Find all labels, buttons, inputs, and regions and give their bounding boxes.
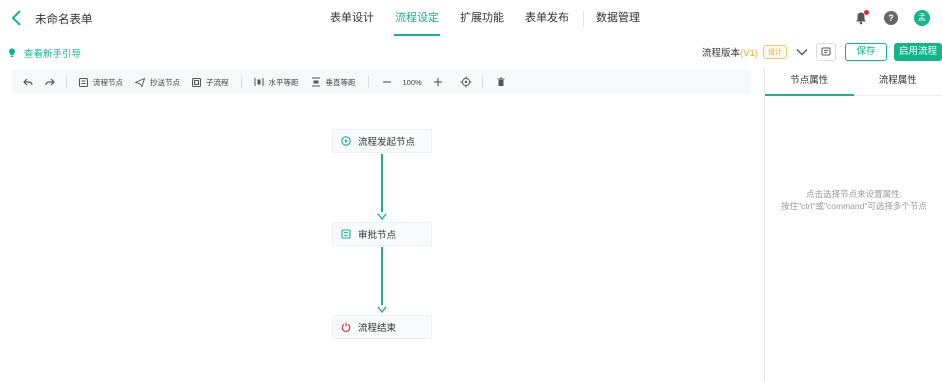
horizontal-distribute-button[interactable]: 水平等距 [254,77,299,88]
tab-form-publish[interactable]: 表单发布 [525,0,569,38]
chevron-down-icon[interactable] [795,45,809,59]
flow-canvas[interactable]: 流程发起节点 审批节点 流程结束 [0,96,764,381]
form-title: 未命名表单 [35,14,93,26]
canvas-toolbar: 流程节点 抄送节点 子流程 水平等距 垂直等距 100% [12,70,751,94]
top-header: 未命名表单 表单设计 流程设定 扩展功能 表单发布 数据管理 ? 孟 [0,0,942,38]
save-button[interactable]: 保存 [845,43,887,61]
flow-node-start[interactable]: 流程发起节点 [332,129,432,153]
toolbar-divider [66,76,67,88]
approval-icon [341,229,351,239]
flow-node-label: 流程发起节点 [358,137,416,148]
vertical-distribute-label: 垂直等距 [325,77,356,87]
toolbar-divider [367,76,369,88]
toolbar-divider [481,76,483,88]
delete-icon[interactable] [495,76,507,88]
process-node-icon [79,77,88,87]
version-controls: 流程版本(V1) 设计 保存 启用流程 [702,43,942,61]
tab-data-management[interactable]: 数据管理 [596,0,640,38]
lightbulb-icon [9,48,15,57]
tab-form-design[interactable]: 表单设计 [330,0,374,38]
play-circle-icon [341,136,351,146]
subprocess-icon [192,77,201,87]
version-label: 流程版本(V1) [702,48,758,59]
send-icon [135,77,145,87]
guide-link[interactable]: 查看新手引导 [8,46,81,60]
panel-hint-line: 点击选择节点来设置属性; [806,189,902,199]
main-tabs: 表单设计 流程设定 扩展功能 表单发布 数据管理 [330,0,661,38]
tab-process-setting[interactable]: 流程设定 [394,0,440,38]
power-icon [341,322,351,332]
tab-process-properties[interactable]: 流程属性 [854,68,942,95]
avatar[interactable]: 孟 [914,10,930,26]
horizontal-distribute-icon [254,78,263,86]
add-cc-node-label: 抄送节点 [150,77,180,87]
version-status-badge: 设计 [763,45,787,59]
undo-icon[interactable] [22,76,34,88]
help-icon[interactable]: ? [884,11,898,25]
flow-node-end[interactable]: 流程结束 [332,315,432,339]
horizontal-distribute-label: 水平等距 [268,77,299,87]
toolbar-divider [240,76,242,88]
comment-button[interactable] [816,43,836,61]
guide-link-label: 查看新手引导 [24,49,82,60]
bell-icon[interactable] [854,10,869,25]
panel-hint-line: 按住"ctrl"或"command"可选择多个节点 [781,201,927,211]
properties-panel: 节点属性 流程属性 点击选择节点来设置属性; 按住"ctrl"或"command… [764,68,942,381]
vertical-distribute-icon [311,77,320,87]
zoom-level: 100% [402,77,422,87]
add-subprocess-label: 子流程 [206,77,229,87]
panel-tabs: 节点属性 流程属性 [765,68,942,96]
arrow-down-icon [377,213,387,221]
add-process-node-button[interactable]: 流程节点 [79,77,123,88]
comment-icon [821,47,831,56]
add-subprocess-button[interactable]: 子流程 [192,77,229,88]
panel-hint: 点击选择节点来设置属性; 按住"ctrl"或"command"可选择多个节点 [765,188,942,212]
vertical-distribute-button[interactable]: 垂直等距 [311,77,356,88]
add-cc-node-button[interactable]: 抄送节点 [135,77,180,88]
arrow-down-icon [377,306,387,314]
flow-connector [381,247,383,305]
tab-divider [583,11,584,27]
notification-dot [864,10,869,15]
flow-node-approval[interactable]: 审批节点 [332,222,432,246]
back-arrow-icon[interactable] [10,9,26,27]
tab-node-properties[interactable]: 节点属性 [765,68,854,96]
flow-node-label: 审批节点 [358,230,397,241]
tab-extensions[interactable]: 扩展功能 [460,0,504,38]
flow-connector [381,154,383,212]
header-icons: ? 孟 [838,10,930,26]
add-process-node-label: 流程节点 [93,77,123,87]
version-number: (V1) [740,48,758,59]
enable-process-button[interactable]: 启用流程 [894,43,942,61]
redo-icon[interactable] [44,76,56,88]
sub-bar: 查看新手引导 流程版本(V1) 设计 保存 启用流程 [0,38,942,66]
zoom-in-icon[interactable] [432,76,444,88]
zoom-out-icon[interactable] [381,76,393,88]
locate-center-icon[interactable] [460,76,472,88]
flow-node-label: 流程结束 [358,323,397,334]
